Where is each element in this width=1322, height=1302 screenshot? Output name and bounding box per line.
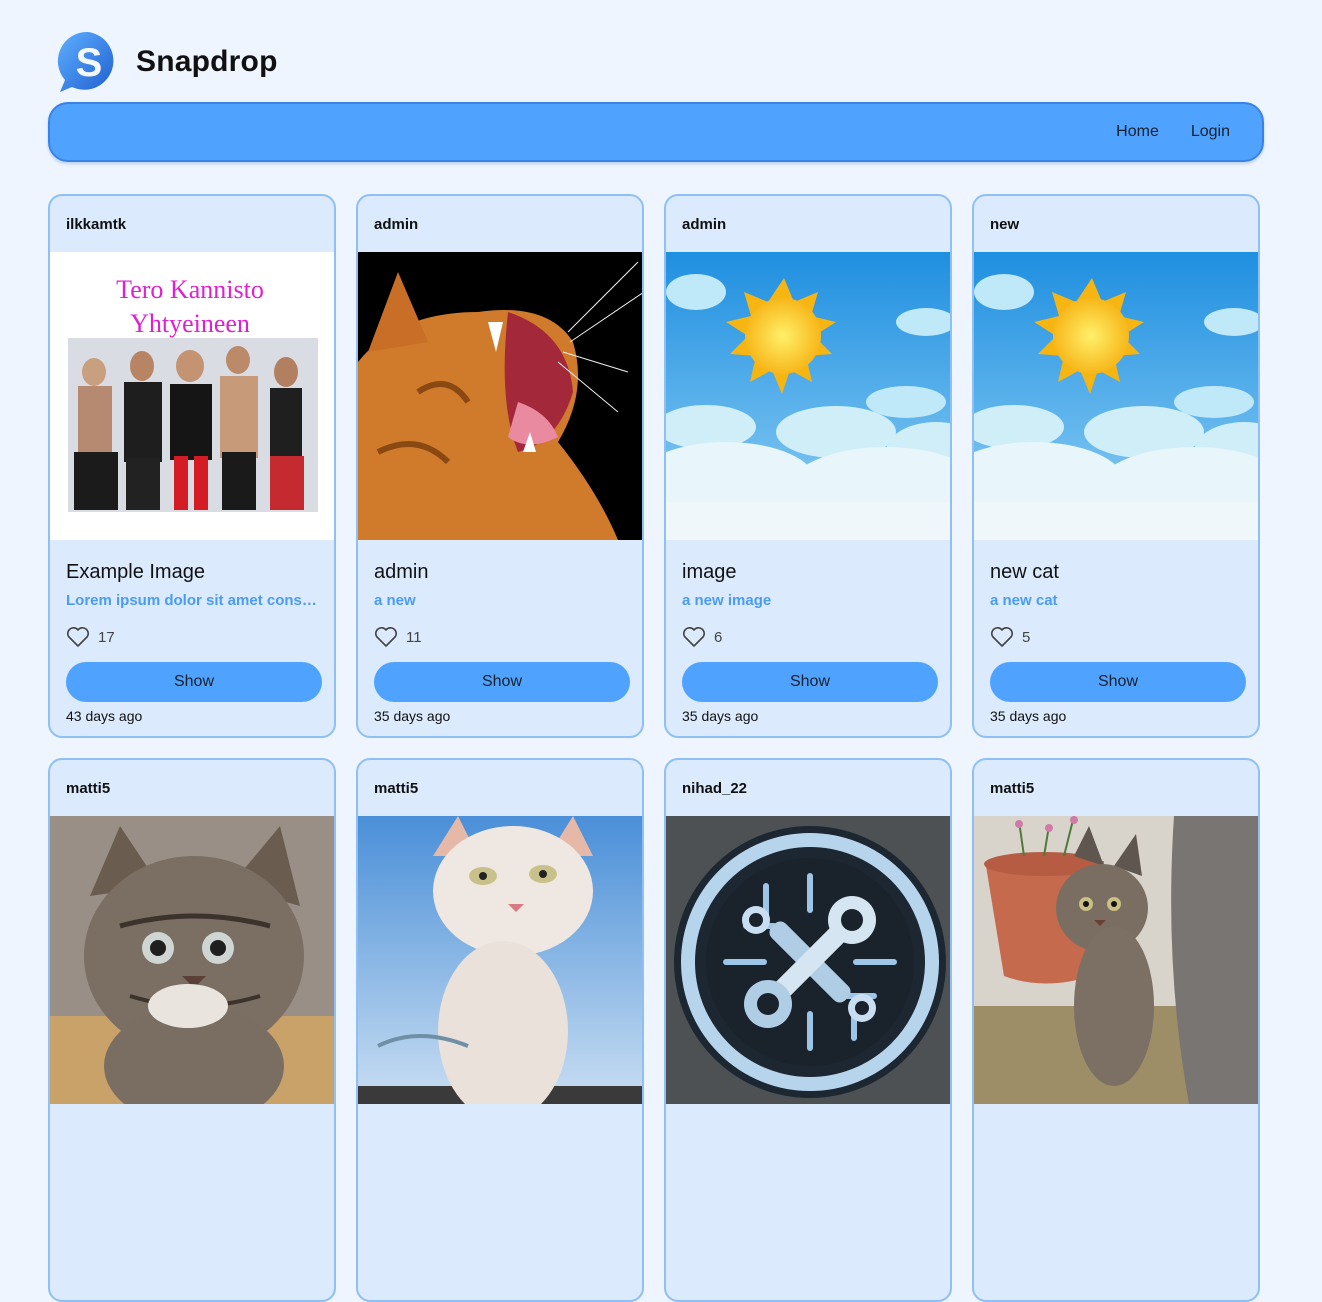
card-date: 43 days ago — [66, 708, 143, 724]
likes: 6 — [682, 626, 722, 648]
heart-icon[interactable] — [66, 626, 90, 648]
post-card: ilkkamtk Tero Kannisto Yhtyeineen Exampl… — [48, 194, 336, 738]
card-description: a new cat — [990, 592, 1058, 609]
card-username: nihad_22 — [682, 780, 748, 797]
likes: 17 — [66, 626, 115, 648]
post-card: matti5 — [972, 758, 1260, 1302]
sun-clouds-image[interactable] — [666, 252, 950, 540]
card-title: admin — [374, 561, 429, 583]
snapdrop-logo-icon[interactable]: S — [56, 30, 120, 94]
show-button[interactable]: Show — [682, 662, 938, 702]
card-date: 35 days ago — [374, 708, 451, 724]
likes: 11 — [374, 626, 422, 648]
like-count: 6 — [714, 628, 723, 646]
show-button[interactable]: Show — [374, 662, 630, 702]
card-username: admin — [682, 216, 727, 233]
card-username: new — [990, 216, 1020, 233]
like-count: 5 — [1022, 628, 1031, 646]
likes: 5 — [990, 626, 1030, 648]
heart-icon[interactable] — [990, 626, 1014, 648]
post-card: matti5 — [356, 758, 644, 1302]
card-username: ilkkamtk — [66, 216, 127, 233]
card-username: matti5 — [66, 780, 111, 797]
card-description: Lorem ipsum dolor sit amet consectetur a… — [66, 592, 322, 609]
post-card: admin image a new image 6 Show 35 days a… — [664, 194, 952, 738]
card-date: 35 days ago — [682, 708, 759, 724]
navbar: Home Login — [48, 102, 1264, 162]
card-username: admin — [374, 216, 419, 233]
nav-home-link[interactable]: Home — [1116, 123, 1159, 141]
show-button[interactable]: Show — [66, 662, 322, 702]
card-title: image — [682, 561, 737, 583]
card-date: 35 days ago — [990, 708, 1067, 724]
app-title: Snapdrop — [136, 45, 278, 78]
post-card: admin admin a new 11 Show 35 days ago — [356, 194, 644, 738]
kitten-flowerpot-image[interactable] — [974, 816, 1258, 1104]
brand: S Snapdrop — [56, 30, 278, 94]
card-title: new cat — [990, 561, 1059, 583]
post-card: nihad_22 — [664, 758, 952, 1302]
like-count: 17 — [98, 628, 115, 646]
white-kitten-image[interactable] — [358, 816, 642, 1104]
like-count: 11 — [406, 628, 422, 646]
tabby-kitten-image[interactable] — [50, 816, 334, 1104]
card-description: a new image — [682, 592, 772, 609]
heart-icon[interactable] — [682, 626, 706, 648]
post-card: matti5 — [48, 758, 336, 1302]
band-photo-image[interactable]: Tero Kannisto Yhtyeineen — [50, 252, 334, 540]
image-caption-line-1: Tero Kannisto — [116, 275, 264, 304]
image-caption-line-2: Yhtyeineen — [130, 309, 250, 338]
wrench-circuit-logo-image[interactable] — [666, 816, 950, 1104]
show-button[interactable]: Show — [990, 662, 1246, 702]
card-description: a new — [374, 592, 416, 609]
yawning-cat-image[interactable] — [358, 252, 642, 540]
heart-icon[interactable] — [374, 626, 398, 648]
card-username: matti5 — [990, 780, 1035, 797]
card-username: matti5 — [374, 780, 419, 797]
card-title: Example Image — [66, 561, 205, 583]
svg-text:S: S — [76, 41, 103, 85]
sun-clouds-image[interactable] — [974, 252, 1258, 540]
post-card: new new cat a new cat 5 Show 35 days ago — [972, 194, 1260, 738]
nav-login-link[interactable]: Login — [1191, 123, 1230, 141]
